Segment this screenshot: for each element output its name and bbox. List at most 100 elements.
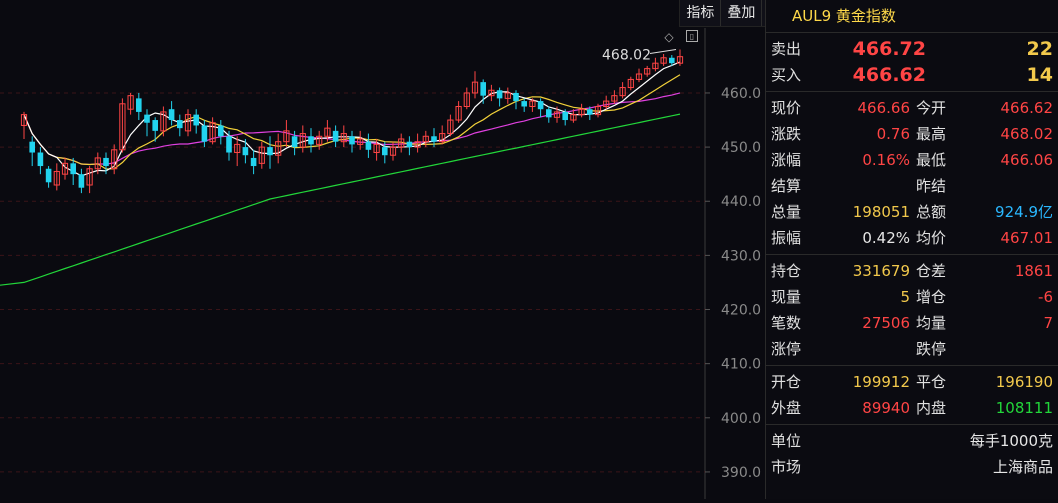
stat-label: 涨停	[771, 340, 802, 358]
y-tick-label: 440.0	[721, 194, 761, 210]
candle-body	[349, 136, 355, 145]
instrument-title: AUL9 黄金指数	[766, 0, 1058, 33]
stat-value: 7	[1043, 314, 1053, 332]
stat-label: 现价	[771, 99, 802, 117]
candle-body	[546, 109, 552, 118]
buy-row: 买入 466.62 14	[766, 62, 1058, 88]
candle-body	[152, 120, 158, 131]
position-stats-section: 持仓 331679 仓差 1861 现量 5 增仓 -6 笔数 27506 均量 7 涨停 跌停	[766, 255, 1058, 366]
chart-corner-icons: ◇ ▯	[662, 30, 698, 44]
stat-label: 增仓	[916, 288, 947, 306]
stat-value: 5	[900, 288, 910, 306]
market-value: 上海商品	[992, 458, 1053, 476]
stat-label: 笔数	[771, 314, 802, 332]
stat-label: 外盘	[771, 399, 802, 417]
candle-body	[480, 82, 486, 96]
candle-body	[37, 152, 44, 167]
stat-label: 今开	[916, 99, 947, 117]
stat-value: 466.62	[1000, 99, 1054, 117]
kline-svg[interactable]: 460.0 450.0 440.0 430.0 420.0 410.0 400.0 390.0…	[0, 0, 765, 499]
candle-body	[332, 130, 339, 142]
stat-row: 振幅 0.42% 均价 467.01	[766, 225, 1058, 251]
stat-label: 持仓	[771, 262, 802, 280]
quote-panel: AUL9 黄金指数 卖出 466.72 22 买入 466.62 14 现价 46…	[765, 0, 1058, 499]
unit-row: 单位 每手1000克	[766, 428, 1058, 454]
candle-body	[45, 168, 52, 183]
panel-toggle-icon[interactable]: ▯	[686, 30, 698, 42]
kline-chart[interactable]: 460.0 450.0 440.0 430.0 420.0 410.0 400.0 390.0…	[0, 0, 765, 499]
stat-row: 涨停 跌停	[766, 336, 1058, 362]
candle-body	[587, 109, 593, 115]
stat-value: 0.42%	[862, 229, 910, 247]
stat-value: 468.02	[1000, 125, 1054, 143]
stat-label: 均量	[916, 314, 947, 332]
unit-label: 单位	[771, 432, 802, 450]
candle-body	[382, 147, 388, 156]
candle-body	[669, 57, 675, 64]
unit-value: 每手1000克	[969, 432, 1053, 450]
candle-body	[291, 136, 298, 148]
stat-label: 内盘	[916, 399, 947, 417]
stat-label: 最低	[916, 151, 947, 169]
stat-value: 0.16%	[862, 151, 910, 169]
y-tick-label: 390.0	[721, 465, 761, 481]
order-flow-section: 开仓 199912 平仓 196190 外盘 89940 内盘 108111	[766, 366, 1058, 425]
high-annotation-label: 468.02	[602, 48, 651, 64]
sell-volume: 22	[1026, 38, 1053, 60]
stat-label: 总量	[771, 203, 802, 221]
overlay-button[interactable]: 叠加	[721, 0, 763, 26]
buy-price: 466.62	[852, 64, 926, 86]
bid-ask-section: 卖出 466.72 22 买入 466.62 14	[766, 33, 1058, 92]
stat-label: 开仓	[771, 373, 802, 391]
stat-value: 108111	[995, 399, 1053, 417]
stat-value: -6	[1038, 288, 1053, 306]
stat-row: 涨幅 0.16% 最低 466.06	[766, 147, 1058, 173]
stat-label: 平仓	[916, 373, 947, 391]
candle-body	[406, 141, 413, 148]
candle-body	[144, 114, 150, 123]
candle-body	[168, 109, 175, 121]
stat-row: 笔数 27506 均量 7	[766, 310, 1058, 336]
y-tick-label: 450.0	[721, 140, 761, 156]
market-row: 市场 上海商品	[766, 454, 1058, 480]
candle-body	[250, 157, 257, 167]
stat-row: 开仓 199912 平仓 196190	[766, 369, 1058, 395]
candle-body	[521, 101, 527, 107]
stat-value: 0.76	[876, 125, 910, 143]
stat-row: 持仓 331679 仓差 1861	[766, 258, 1058, 284]
stat-row: 现价 466.66 今开 466.62	[766, 95, 1058, 121]
stat-label: 总额	[916, 203, 947, 221]
stat-value: 466.06	[1000, 151, 1054, 169]
candle-body	[365, 141, 372, 150]
stat-row: 涨跌 0.76 最高 468.02	[766, 121, 1058, 147]
y-tick-label: 410.0	[721, 357, 761, 373]
y-tick-label: 460.0	[721, 86, 761, 102]
candle-body	[267, 147, 273, 156]
stat-label: 仓差	[916, 262, 947, 280]
candle-body	[193, 114, 199, 126]
diamond-icon[interactable]: ◇	[662, 30, 676, 44]
buy-label: 买入	[771, 66, 802, 84]
indicator-button[interactable]: 指标	[680, 0, 722, 26]
stat-label: 跌停	[916, 340, 947, 358]
candle-body	[226, 136, 232, 153]
candle-body	[513, 92, 519, 102]
stat-label: 涨幅	[771, 151, 802, 169]
stat-row: 外盘 89940 内盘 108111	[766, 395, 1058, 421]
price-stats-section: 现价 466.66 今开 466.62 涨跌 0.76 最高 468.02 涨幅 0.16% 最低 4…	[766, 92, 1058, 255]
candle-body	[242, 147, 249, 156]
stat-value: 1861	[1014, 262, 1053, 280]
stat-value: 924.9亿	[995, 203, 1053, 221]
stat-label: 最高	[916, 125, 947, 143]
high-annotation-arrow	[649, 49, 677, 55]
contract-info-section: 单位 每手1000克 市场 上海商品	[766, 425, 1058, 483]
stat-value: 467.01	[1000, 229, 1054, 247]
candle-body	[496, 90, 503, 99]
candle-body	[78, 174, 85, 188]
candle-body	[136, 98, 142, 112]
stat-value: 89940	[862, 399, 910, 417]
stat-label: 均价	[916, 229, 947, 247]
candle-body	[218, 125, 224, 137]
y-tick-label: 420.0	[721, 303, 761, 319]
candle-body	[70, 163, 76, 175]
